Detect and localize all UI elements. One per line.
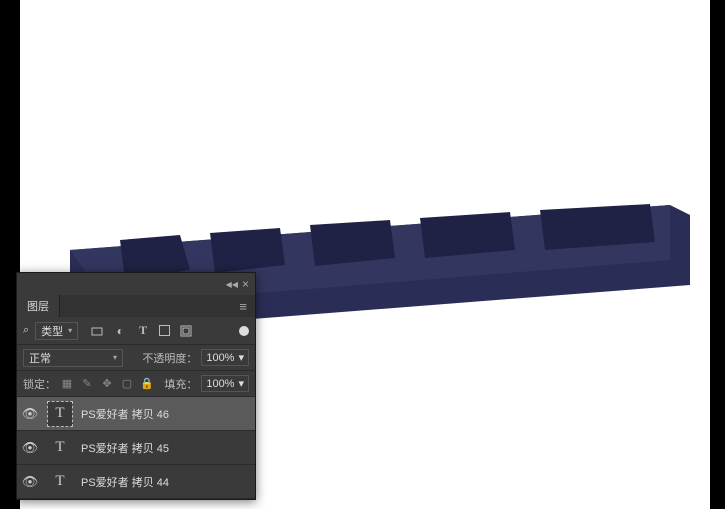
blend-mode-value: 正常	[29, 350, 51, 366]
search-icon: ⌕	[23, 324, 29, 337]
filter-type-dropdown[interactable]: 类型 ▾	[35, 322, 78, 340]
visibility-icon[interactable]: 👁	[21, 406, 39, 422]
filter-icons: ◐ T	[90, 324, 193, 338]
filter-adjust-icon[interactable]: ◐	[113, 324, 127, 338]
layer-row[interactable]: 👁 T PS爱好者 拷贝 44	[17, 465, 255, 499]
opacity-input[interactable]: 100% ▾	[201, 349, 249, 366]
fill-label: 填充：	[164, 376, 197, 392]
filter-pixel-icon[interactable]	[90, 324, 104, 338]
layer-row[interactable]: 👁 T PS爱好者 拷贝 45	[17, 431, 255, 465]
layers-panel: ◀◀ × 图层 ≡ ⌕ 类型 ▾ ◐ T 正常 ▾ 不透明度： 100% ▾	[16, 272, 256, 500]
chevron-down-icon: ▾	[68, 326, 72, 335]
close-icon[interactable]: ×	[242, 277, 249, 291]
layers-list: 👁 T PS爱好者 拷贝 46 👁 T PS爱好者 拷贝 45 👁 T PS爱好…	[17, 397, 255, 499]
blend-row: 正常 ▾ 不透明度： 100% ▾	[17, 345, 255, 371]
tab-layers[interactable]: 图层	[17, 295, 60, 317]
visibility-icon[interactable]: 👁	[21, 440, 39, 456]
collapse-icon[interactable]: ◀◀	[226, 280, 238, 289]
filter-row: ⌕ 类型 ▾ ◐ T	[17, 317, 255, 345]
layer-thumb-type-icon: T	[47, 401, 73, 427]
blend-mode-dropdown[interactable]: 正常 ▾	[23, 349, 123, 367]
visibility-icon[interactable]: 👁	[21, 474, 39, 490]
lock-all-icon[interactable]: 🔒	[140, 377, 154, 390]
fill-input[interactable]: 100% ▾	[201, 375, 249, 392]
lock-icons: ▦ ✎ ✥ ▢ 🔒	[60, 377, 154, 390]
filter-toggle[interactable]	[239, 326, 249, 336]
layer-thumb-type-icon: T	[47, 435, 73, 461]
filter-type-icon[interactable]: T	[136, 324, 150, 338]
layer-row[interactable]: 👁 T PS爱好者 拷贝 46	[17, 397, 255, 431]
panel-menu-icon[interactable]: ≡	[231, 295, 255, 317]
layer-name: PS爱好者 拷贝 46	[81, 406, 169, 422]
filter-shape-icon[interactable]	[159, 325, 170, 336]
filter-type-label: 类型	[41, 323, 63, 339]
lock-label: 锁定：	[23, 376, 56, 392]
lock-artboard-icon[interactable]: ▢	[120, 377, 134, 390]
chevron-down-icon: ▾	[113, 353, 117, 362]
panel-tabs: 图层 ≡	[17, 295, 255, 317]
opacity-value: 100%	[206, 352, 234, 364]
lock-row: 锁定： ▦ ✎ ✥ ▢ 🔒 填充： 100% ▾	[17, 371, 255, 397]
panel-titlebar: ◀◀ ×	[17, 273, 255, 295]
layer-name: PS爱好者 拷贝 45	[81, 440, 169, 456]
lock-position-icon[interactable]: ✥	[100, 377, 114, 390]
chevron-down-icon: ▾	[238, 377, 244, 390]
layer-name: PS爱好者 拷贝 44	[81, 474, 169, 490]
filter-smart-icon[interactable]	[179, 324, 193, 338]
lock-pixels-icon[interactable]: ✎	[80, 377, 94, 390]
lock-transparent-icon[interactable]: ▦	[60, 377, 74, 390]
chevron-down-icon: ▾	[238, 351, 244, 364]
opacity-label: 不透明度：	[142, 350, 197, 366]
fill-value: 100%	[206, 378, 234, 390]
layer-thumb-type-icon: T	[47, 469, 73, 495]
